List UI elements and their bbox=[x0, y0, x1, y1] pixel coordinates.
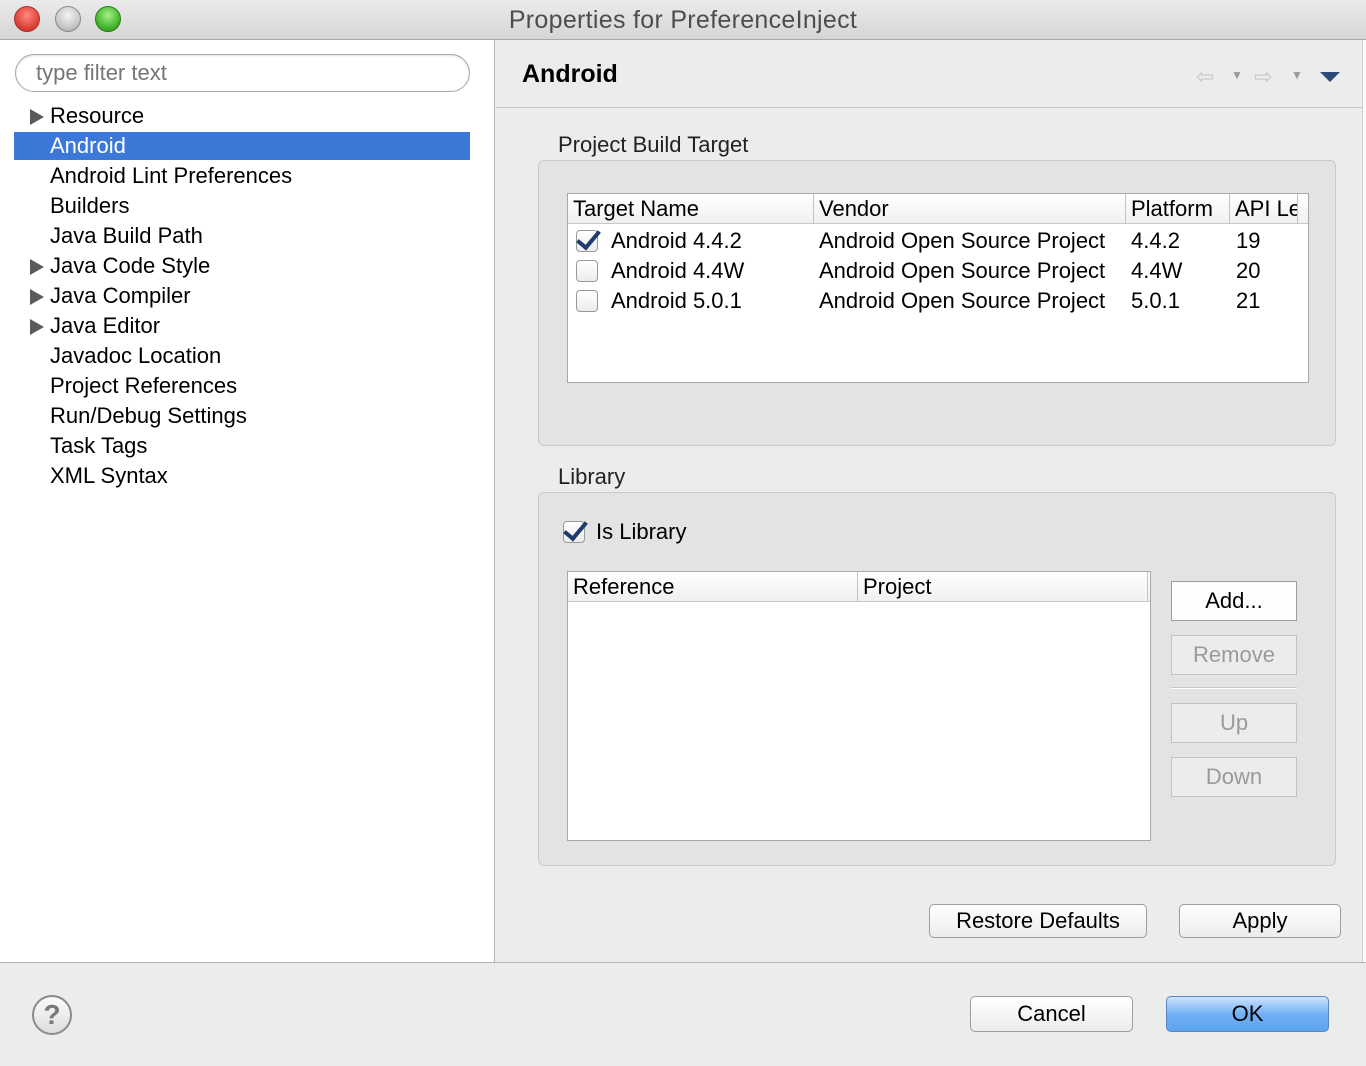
cancel-button[interactable]: Cancel bbox=[970, 996, 1133, 1032]
api-level-cell: 21 bbox=[1236, 288, 1261, 313]
tree-item-label: Java Compiler bbox=[50, 283, 191, 308]
vendor-cell: Android Open Source Project bbox=[819, 228, 1106, 253]
tree-item-java-editor[interactable]: Java Editor bbox=[14, 312, 470, 340]
column-target-name[interactable]: Target Name bbox=[568, 194, 814, 224]
tree-item-android[interactable]: Android bbox=[14, 132, 470, 160]
tree-item-task-tags[interactable]: Task Tags bbox=[14, 432, 470, 460]
tree-item-java-build-path[interactable]: Java Build Path bbox=[14, 222, 470, 250]
tree-item-label: Android Lint Preferences bbox=[50, 163, 293, 188]
back-arrow-icon[interactable]: ⇦ bbox=[1196, 64, 1214, 90]
tree-item-xml-syntax[interactable]: XML Syntax bbox=[14, 462, 470, 490]
tree-item-java-code-style[interactable]: Java Code Style bbox=[14, 252, 470, 280]
filter-input[interactable] bbox=[15, 54, 470, 92]
forward-history-dropdown-icon[interactable]: ▼ bbox=[1291, 68, 1303, 82]
is-library-checkbox[interactable] bbox=[563, 521, 585, 543]
tree-item-label: Resource bbox=[50, 103, 145, 128]
tree-item-label: Project References bbox=[50, 373, 238, 398]
target-name-cell: Android 4.4W bbox=[611, 258, 745, 283]
vendor-cell: Android Open Source Project bbox=[819, 288, 1106, 313]
tree-item-run-debug-settings[interactable]: Run/Debug Settings bbox=[14, 402, 470, 430]
is-library-label: Is Library bbox=[596, 519, 687, 544]
build-target-label: Project Build Target bbox=[558, 132, 749, 157]
tree-item-label: Java Build Path bbox=[50, 223, 203, 248]
tree-item-javadoc-location[interactable]: Javadoc Location bbox=[14, 342, 470, 370]
table-row[interactable]: Android 4.4W Android Open Source Project 4… bbox=[568, 256, 1308, 286]
build-target-table-header: Target Name Vendor Platform API Le bbox=[568, 194, 1308, 224]
button-separator bbox=[1171, 687, 1297, 689]
column-platform[interactable]: Platform bbox=[1126, 194, 1230, 224]
tree-item-label: Run/Debug Settings bbox=[50, 403, 247, 428]
build-target-group: Target Name Vendor Platform API Le Andro… bbox=[538, 160, 1336, 446]
apply-button[interactable]: Apply bbox=[1179, 904, 1341, 938]
build-target-table[interactable]: Target Name Vendor Platform API Le Andro… bbox=[567, 193, 1309, 383]
move-up-button[interactable]: Up bbox=[1171, 703, 1297, 743]
add-library-button[interactable]: Add... bbox=[1171, 581, 1297, 621]
remove-library-button[interactable]: Remove bbox=[1171, 635, 1297, 675]
move-down-button[interactable]: Down bbox=[1171, 757, 1297, 797]
tree-item-label: Task Tags bbox=[50, 433, 148, 458]
tree-item-android-lint-preferences[interactable]: Android Lint Preferences bbox=[14, 162, 470, 190]
api-level-cell: 19 bbox=[1236, 228, 1261, 253]
page-header: Android ⇦ ▼ ⇨ ▼ bbox=[496, 40, 1362, 108]
tree-item-label: Java Code Style bbox=[50, 253, 211, 278]
target-checkbox[interactable] bbox=[576, 230, 598, 252]
view-menu-icon[interactable] bbox=[1320, 72, 1340, 82]
library-label: Library bbox=[558, 464, 626, 489]
platform-cell: 5.0.1 bbox=[1131, 288, 1180, 313]
library-reference-table[interactable]: Reference Project bbox=[567, 571, 1151, 841]
tree-item-label: Javadoc Location bbox=[50, 343, 222, 368]
restore-defaults-button[interactable]: Restore Defaults bbox=[929, 904, 1147, 938]
dialog-button-bar: ? Cancel OK bbox=[0, 962, 1366, 1066]
column-reference[interactable]: Reference bbox=[568, 572, 858, 602]
library-table-header: Reference Project bbox=[568, 572, 1150, 602]
tree-item-label: XML Syntax bbox=[50, 463, 168, 488]
expand-triangle-icon[interactable] bbox=[30, 319, 44, 335]
column-api-level[interactable]: API Le bbox=[1230, 194, 1298, 224]
tree-item-label: Builders bbox=[50, 193, 130, 218]
help-icon[interactable]: ? bbox=[32, 995, 72, 1035]
back-history-dropdown-icon[interactable]: ▼ bbox=[1231, 68, 1243, 82]
platform-cell: 4.4.2 bbox=[1131, 228, 1180, 253]
column-vendor[interactable]: Vendor bbox=[814, 194, 1126, 224]
properties-page: Android ⇦ ▼ ⇨ ▼ Project Build Target Tar… bbox=[496, 40, 1362, 962]
window-title: Properties for PreferenceInject bbox=[508, 6, 858, 34]
expand-triangle-icon[interactable] bbox=[30, 109, 44, 125]
tree-item-label: Java Editor bbox=[50, 313, 161, 338]
tree-item-builders[interactable]: Builders bbox=[14, 192, 470, 220]
forward-arrow-icon[interactable]: ⇨ bbox=[1254, 64, 1272, 90]
ok-button[interactable]: OK bbox=[1166, 996, 1329, 1032]
tree-item-resource[interactable]: Resource bbox=[14, 102, 470, 130]
title-bar: Properties for PreferenceInject bbox=[0, 0, 1366, 40]
table-row[interactable]: Android 5.0.1 Android Open Source Project… bbox=[568, 286, 1308, 316]
vendor-cell: Android Open Source Project bbox=[819, 258, 1106, 283]
page-title: Android bbox=[522, 60, 618, 88]
target-name-cell: Android 5.0.1 bbox=[611, 288, 742, 313]
platform-cell: 4.4W bbox=[1131, 258, 1183, 283]
target-checkbox[interactable] bbox=[576, 260, 598, 282]
expand-triangle-icon[interactable] bbox=[30, 259, 44, 275]
library-group: Is Library Reference Project Add... Remo… bbox=[538, 492, 1336, 866]
target-checkbox[interactable] bbox=[576, 290, 598, 312]
window-right-edge bbox=[1362, 40, 1366, 962]
table-row[interactable]: Android 4.4.2 Android Open Source Project… bbox=[568, 226, 1308, 256]
tree-item-java-compiler[interactable]: Java Compiler bbox=[14, 282, 470, 310]
category-pane: Resource Android Android Lint Preferences B… bbox=[0, 40, 495, 962]
column-project[interactable]: Project bbox=[858, 572, 1148, 602]
tree-item-label: Android bbox=[50, 133, 126, 158]
api-level-cell: 20 bbox=[1236, 258, 1261, 283]
target-name-cell: Android 4.4.2 bbox=[611, 228, 742, 253]
expand-triangle-icon[interactable] bbox=[30, 289, 44, 305]
tree-item-project-references[interactable]: Project References bbox=[14, 372, 470, 400]
